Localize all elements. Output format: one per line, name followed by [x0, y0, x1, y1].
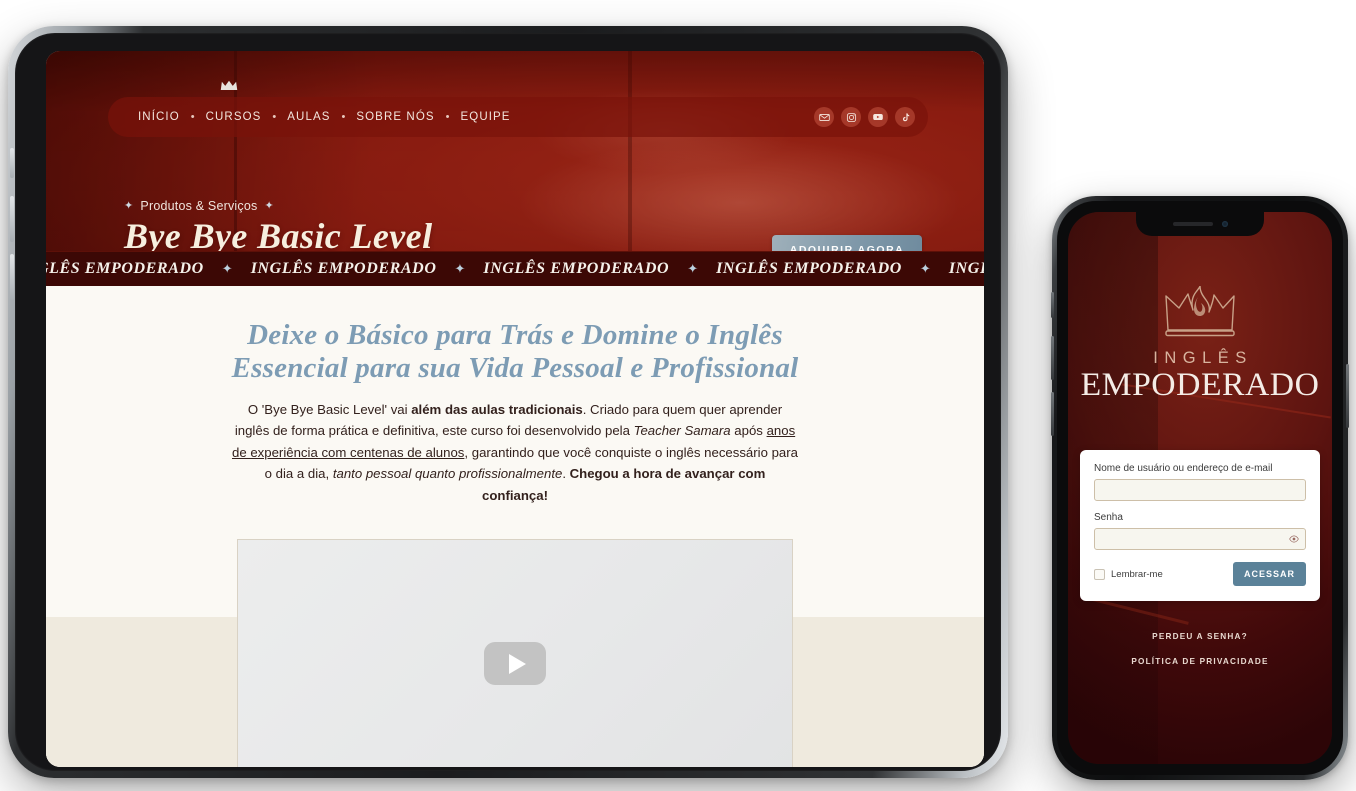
- adquirir-agora-button[interactable]: ADQUIRIR AGORA: [772, 235, 922, 251]
- tablet-power-button[interactable]: [10, 148, 14, 178]
- hero-eyebrow-text: Produtos & Serviços: [140, 199, 258, 213]
- main-content: Deixe o Básico para Trás e Domine o Ingl…: [46, 286, 984, 767]
- tablet-device-frame: INÍCIO • CURSOS • AULAS • SOBRE NÓS • EQ…: [8, 26, 1008, 778]
- hero-eyebrow: ✦ Produtos & Serviços ✦: [124, 199, 432, 213]
- marquee-item: INGLÊS EMPODERADO: [948, 260, 984, 277]
- crown-flame-logo-icon: [1165, 286, 1235, 337]
- nav-links: INÍCIO • CURSOS • AULAS • SOBRE NÓS • EQ…: [130, 111, 519, 123]
- para-part-1: O 'Bye Bye Basic Level' vai: [247, 402, 412, 418]
- nav-separator: •: [190, 111, 195, 123]
- password-input[interactable]: [1094, 528, 1306, 550]
- phone-volume-up-button[interactable]: [1051, 336, 1054, 380]
- nav-separator: •: [272, 111, 277, 123]
- sparkle-icon: ✦: [264, 199, 274, 212]
- phone-power-button[interactable]: [1346, 364, 1349, 428]
- marquee-item: INGLÊS EMPODERADO: [250, 260, 437, 277]
- remember-me-checkbox[interactable]: [1094, 568, 1105, 580]
- marquee-item: INGLÊS EMPODERADO: [483, 260, 670, 277]
- youtube-icon[interactable]: [868, 107, 888, 127]
- username-input[interactable]: [1094, 479, 1306, 501]
- tablet-volume-up-button[interactable]: [10, 196, 14, 242]
- social-links: [814, 107, 915, 127]
- para-italic-2: tanto pessoal quanto profissionalmente: [332, 466, 563, 482]
- marquee-separator: ✦: [687, 261, 699, 276]
- play-button-icon[interactable]: [484, 642, 546, 686]
- video-player[interactable]: [237, 538, 793, 767]
- screenshot-stage: INÍCIO • CURSOS • AULAS • SOBRE NÓS • EQ…: [0, 0, 1356, 791]
- marquee-separator: ✦: [221, 261, 233, 276]
- email-icon[interactable]: [814, 107, 834, 127]
- crown-icon: [220, 80, 238, 90]
- nav-item-equipe[interactable]: EQUIPE: [453, 111, 519, 123]
- earpiece-speaker: [1172, 222, 1213, 226]
- marquee-item: INGLÊS EMPODERADO: [46, 260, 204, 277]
- login-form-card: Nome de usuário ou endereço de e-mail Se…: [1080, 450, 1320, 601]
- marquee-separator: ✦: [454, 261, 466, 276]
- tablet-bezel: INÍCIO • CURSOS • AULAS • SOBRE NÓS • EQ…: [15, 33, 1001, 771]
- phone-device-frame: INGLÊS EMPODERADO Nome de usuário ou end…: [1051, 196, 1349, 780]
- eye-icon[interactable]: [1289, 534, 1299, 544]
- tablet-screen: INÍCIO • CURSOS • AULAS • SOBRE NÓS • EQ…: [46, 51, 984, 767]
- nav-separator: •: [445, 111, 450, 123]
- instagram-icon[interactable]: [841, 107, 861, 127]
- heading-line-1: Deixe o Básico para Trás e Domine o Ingl…: [247, 319, 783, 351]
- marquee-track: INGLÊS EMPODERADO ✦ INGLÊS EMPODERADO ✦ INGL…: [46, 260, 984, 278]
- sparkle-icon: ✦: [124, 199, 134, 212]
- nav-item-inicio[interactable]: INÍCIO: [130, 111, 188, 123]
- hero-title: Bye Bye Basic Level: [124, 216, 433, 251]
- acessar-button[interactable]: ACESSAR: [1232, 562, 1306, 586]
- nav-item-cursos[interactable]: CURSOS: [198, 111, 270, 123]
- heading-line-2: Essencial para sua Vida Pessoal e Profis…: [231, 352, 799, 385]
- brand-line-2: EMPODERADO: [1080, 367, 1320, 403]
- phone-volume-down-button[interactable]: [1051, 392, 1054, 436]
- marquee-separator: ✦: [919, 261, 931, 276]
- para-part-3: após: [730, 423, 767, 439]
- page-heading: Deixe o Básico para Trás e Domine o Ingl…: [46, 286, 984, 385]
- phone-notch: [1136, 212, 1264, 236]
- hero-content: ✦ Produtos & Serviços ✦ Bye Bye Basic Le…: [124, 199, 432, 251]
- login-actions-row: Lembrar-me ACESSAR: [1094, 562, 1306, 586]
- remember-me-control[interactable]: Lembrar-me: [1094, 568, 1163, 580]
- para-italic-1: Teacher Samara: [633, 423, 731, 439]
- privacy-policy-link[interactable]: POLÍTICA DE PRIVACIDADE: [1068, 657, 1332, 666]
- nav-item-aulas[interactable]: AULAS: [279, 111, 338, 123]
- front-camera-icon: [1221, 221, 1228, 227]
- phone-footer-links: PERDEU A SENHA? POLÍTICA DE PRIVACIDADE: [1068, 632, 1332, 682]
- marquee-item: INGLÊS EMPODERADO: [716, 260, 902, 277]
- phone-screen: INGLÊS EMPODERADO Nome de usuário ou end…: [1068, 212, 1332, 764]
- remember-me-label: Lembrar-me: [1111, 568, 1163, 580]
- brand-line-1: INGLÊS: [1153, 349, 1253, 367]
- password-label: Senha: [1094, 512, 1123, 523]
- phone-mute-switch[interactable]: [1051, 292, 1054, 318]
- forgot-password-link[interactable]: PERDEU A SENHA?: [1068, 632, 1332, 641]
- nav-item-sobre-nos[interactable]: SOBRE NÓS: [348, 111, 442, 123]
- username-label: Nome de usuário ou endereço de e-mail: [1094, 463, 1273, 474]
- para-part-5: .: [562, 466, 570, 482]
- marquee-banner: INGLÊS EMPODERADO ✦ INGLÊS EMPODERADO ✦ INGL…: [46, 251, 984, 286]
- tablet-volume-down-button[interactable]: [10, 254, 14, 300]
- hero-section: INÍCIO • CURSOS • AULAS • SOBRE NÓS • EQ…: [46, 51, 984, 251]
- tiktok-icon[interactable]: [895, 107, 915, 127]
- phone-bezel: INGLÊS EMPODERADO Nome de usuário ou end…: [1057, 201, 1343, 775]
- intro-paragraph: O 'Bye Bye Basic Level' vai além das aul…: [232, 399, 798, 506]
- nav-separator: •: [341, 111, 346, 123]
- brand-lockup: INGLÊS EMPODERADO: [1068, 286, 1332, 402]
- main-navigation-bar: INÍCIO • CURSOS • AULAS • SOBRE NÓS • EQ…: [108, 80, 928, 137]
- para-bold-1: além das aulas tradicionais: [411, 402, 583, 418]
